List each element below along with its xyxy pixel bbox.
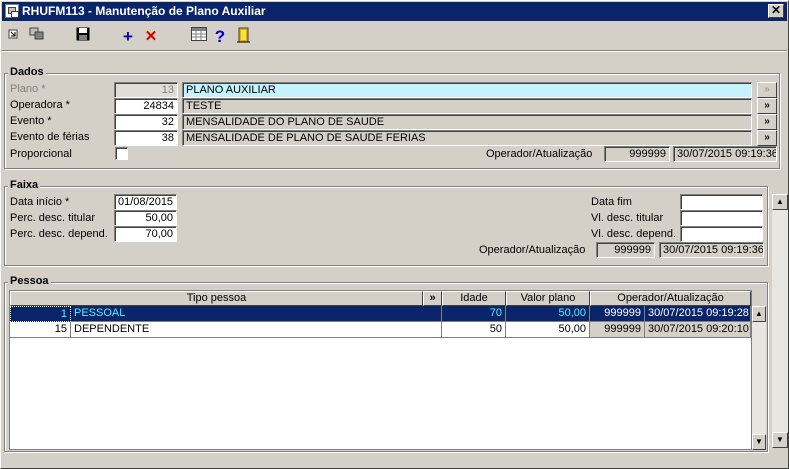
operadora-label: Operadora *	[10, 99, 70, 111]
app-icon	[5, 4, 19, 18]
record-nav-icon[interactable]	[5, 27, 25, 47]
col-idade[interactable]: Idade	[442, 291, 506, 306]
evento-ferias-code-field[interactable]: 38	[114, 130, 178, 146]
faixa-atualizacao-field: 30/07/2015 09:19:36	[659, 242, 764, 258]
faixa-scroll-up-button[interactable]: ▲	[772, 194, 788, 210]
dados-legend: Dados	[8, 66, 46, 78]
vl-depend-field[interactable]	[680, 226, 763, 242]
perc-titular-field[interactable]: 50,00	[114, 210, 177, 226]
operadora-desc-field: TESTE	[182, 98, 752, 114]
dados-operador-field: 999999	[604, 146, 670, 162]
faixa-scroll-down-button[interactable]: ▼	[772, 432, 788, 448]
plano-code-field[interactable]: 13	[114, 82, 178, 98]
col-valor-plano[interactable]: Valor plano	[506, 291, 590, 306]
faixa-operador-field: 999999	[596, 242, 655, 258]
perc-depend-field[interactable]: 70,00	[114, 226, 177, 242]
perc-titular-label: Perc. desc. titular	[10, 212, 95, 224]
row-idade[interactable]: 50	[442, 322, 506, 338]
evento-ferias-label: Evento de férias	[10, 131, 90, 143]
row-codigo[interactable]: 15	[10, 322, 71, 338]
row-valor[interactable]: 50,00	[506, 322, 590, 338]
plano-lookup-button[interactable]: »	[757, 82, 777, 98]
data-fim-field[interactable]	[680, 194, 763, 210]
record-copy-icon[interactable]	[27, 27, 47, 47]
delete-button[interactable]: ✕	[141, 27, 161, 47]
faixa-legend: Faixa	[8, 179, 41, 191]
add-button[interactable]: +	[118, 27, 138, 47]
exit-door-icon[interactable]	[234, 27, 254, 47]
proporcional-label: Proporcional	[10, 148, 72, 160]
operadora-code-field[interactable]: 24834	[114, 98, 178, 114]
help-button[interactable]: ?	[210, 27, 230, 47]
title-bar[interactable]: RHUFM113 - Manutenção de Plano Auxiliar …	[2, 2, 787, 21]
floppy-save-icon[interactable]	[73, 27, 93, 47]
row-operador: 999999	[590, 322, 645, 338]
plano-label: Plano *	[10, 83, 46, 95]
pessoa-legend: Pessoa	[8, 275, 51, 287]
vl-titular-field[interactable]	[680, 210, 763, 226]
row-atualizacao: 30/07/2015 09:19:28	[645, 306, 751, 322]
data-inicio-field[interactable]: 01/08/2015	[114, 194, 177, 210]
vl-depend-label: Vl. desc. depend.	[591, 228, 677, 240]
data-inicio-label: Data início *	[10, 196, 70, 208]
evento-ferias-desc-field: MENSALIDADE DE PLANO DE SAUDE FERIAS	[182, 130, 752, 146]
row-operador: 999999	[590, 306, 645, 322]
pessoa-scrollbar[interactable]	[752, 306, 766, 450]
col-tipo-pessoa[interactable]: Tipo pessoa	[10, 291, 423, 306]
close-button[interactable]: ✕	[768, 4, 784, 18]
vl-titular-label: Vl. desc. titular	[591, 212, 664, 224]
dados-atualizacao-field: 30/07/2015 09:19:36	[673, 146, 777, 162]
row-atualizacao: 30/07/2015 09:20:10	[645, 322, 751, 338]
col-lookup[interactable]: »	[423, 291, 442, 306]
pessoa-scroll-down-button[interactable]: ▼	[752, 434, 766, 450]
data-fim-label: Data fim	[591, 196, 632, 208]
pessoa-scroll-up-button[interactable]: ▲	[752, 306, 766, 322]
row-tipo[interactable]: PESSOAL	[71, 306, 442, 322]
calculator-icon[interactable]	[189, 27, 209, 47]
row-tipo[interactable]: DEPENDENTE	[71, 322, 442, 338]
evento-ferias-lookup-button[interactable]: »	[757, 130, 777, 146]
evento-desc-field: MENSALIDADE DO PLANO DE SAUDE	[182, 114, 752, 130]
operadora-lookup-button[interactable]: »	[757, 98, 777, 114]
perc-depend-label: Perc. desc. depend.	[10, 228, 108, 240]
proporcional-checkbox[interactable]	[115, 147, 128, 160]
table-row[interactable]: 15 DEPENDENTE 50 50,00 999999 30/07/2015…	[10, 322, 751, 338]
table-row[interactable]: 1 PESSOAL 70 50,00 999999 30/07/2015 09:…	[10, 306, 751, 322]
evento-label: Evento *	[10, 115, 52, 127]
evento-code-field[interactable]: 32	[114, 114, 178, 130]
row-codigo[interactable]: 1	[10, 306, 71, 322]
evento-lookup-button[interactable]: »	[757, 114, 777, 130]
col-operador-atualizacao[interactable]: Operador/Atualização	[590, 291, 751, 306]
faixa-scrollbar[interactable]	[772, 194, 788, 448]
faixa-operador-label: Operador/Atualização	[479, 244, 586, 256]
row-idade[interactable]: 70	[442, 306, 506, 322]
row-valor[interactable]: 50,00	[506, 306, 590, 322]
toolbar-separator	[2, 50, 787, 52]
window-title: RHUFM113 - Manutenção de Plano Auxiliar	[22, 4, 266, 18]
dados-operador-label: Operador/Atualização	[486, 148, 593, 160]
plano-desc-field[interactable]: PLANO AUXILIAR	[182, 82, 752, 98]
